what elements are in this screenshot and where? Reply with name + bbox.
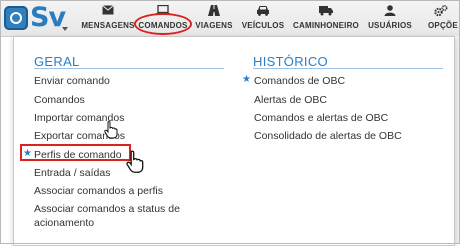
nav-item-mensagens[interactable]: MENSAGENS	[80, 0, 136, 36]
historico-section-title: HISTÓRICO	[253, 54, 328, 69]
menu-item-consolidado-alertas-obc[interactable]: Consolidado de alertas de OBC	[254, 130, 402, 143]
menu-item-alertas-de-obc[interactable]: Alertas de OBC	[254, 94, 327, 107]
envelope-icon	[102, 5, 114, 15]
hand-cursor-icon	[104, 121, 118, 139]
nav-item-viagens[interactable]: VIAGENS	[192, 0, 236, 36]
logo-icon	[4, 6, 28, 30]
nav-label: VIAGENS	[195, 21, 233, 30]
chevron-down-icon[interactable]	[62, 27, 68, 31]
comandos-highlight-annotation	[134, 13, 192, 35]
nav-item-veiculos[interactable]: VEÍCULOS	[240, 0, 286, 36]
menu-item-comandos-de-obc[interactable]: Comandos de OBC	[254, 75, 345, 88]
top-navbar: Sv MENSAGENS COMANDOS VIAGENS VEÍCULOS C…	[0, 0, 460, 37]
menu-item-comandos[interactable]: Comandos	[34, 94, 85, 107]
logo-text: Sv	[30, 2, 66, 33]
menu-item-associar-status-acionamento-cont[interactable]: acionamento	[34, 217, 94, 230]
app-logo[interactable]: Sv	[2, 2, 82, 33]
geral-section-title: GERAL	[34, 54, 80, 69]
road-icon	[208, 5, 220, 16]
menu-item-enviar-comando[interactable]: Enviar comando	[34, 75, 110, 88]
menu-item-comandos-e-alertas-de-obc[interactable]: Comandos e alertas de OBC	[254, 112, 388, 125]
nav-label: CAMINHONEIRO	[293, 21, 359, 30]
comandos-dropdown-menu: GERAL Enviar comando Comandos Importar c…	[13, 36, 455, 246]
nav-label: USUÁRIOS	[368, 21, 412, 30]
star-icon: ★	[242, 74, 251, 85]
cogs-icon	[434, 5, 448, 17]
nav-label: OPÇÕE	[428, 21, 458, 30]
menu-item-associar-comandos-perfis[interactable]: Associar comandos a perfis	[34, 185, 163, 198]
nav-label: VEÍCULOS	[241, 21, 285, 30]
user-icon	[384, 5, 396, 16]
geral-divider	[34, 68, 224, 69]
hand-cursor-icon	[126, 150, 144, 173]
menu-item-entrada-saidas[interactable]: Entrada / saídas	[34, 167, 110, 180]
nav-item-usuarios[interactable]: USUÁRIOS	[366, 0, 414, 36]
historico-divider	[253, 68, 443, 69]
nav-label: MENSAGENS	[81, 21, 135, 30]
car-icon	[257, 6, 269, 16]
background-page	[455, 36, 460, 244]
nav-item-opcoes[interactable]: OPÇÕE	[422, 0, 460, 36]
nav-item-caminhoneiro[interactable]: CAMINHONEIRO	[292, 0, 360, 36]
menu-item-associar-status-acionamento[interactable]: Associar comandos a status de	[34, 203, 180, 216]
selected-item-highlight-annotation	[20, 144, 131, 161]
truck-icon	[319, 6, 333, 16]
